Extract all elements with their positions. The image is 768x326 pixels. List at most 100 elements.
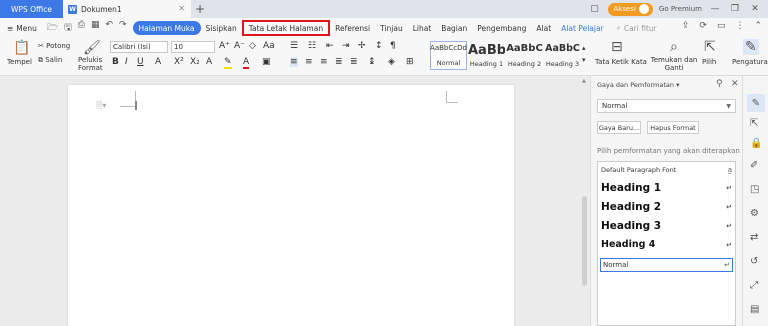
justify-icon[interactable]: ≣: [335, 57, 343, 67]
text-effect-icon[interactable]: A: [206, 57, 212, 67]
close-tab-icon[interactable]: ✕: [178, 4, 185, 13]
tab-sisipkan[interactable]: Sisipkan: [201, 21, 242, 35]
numbering-icon[interactable]: ☷: [308, 41, 316, 51]
select-icon[interactable]: ⇱: [704, 39, 716, 55]
scroll-thumb[interactable]: [582, 196, 587, 286]
style-heading-3[interactable]: AaBbC Heading 3: [544, 41, 581, 70]
list-item[interactable]: Heading 1 ↵: [601, 182, 732, 194]
lock-icon[interactable]: 🔒: [750, 138, 762, 149]
vertical-scrollbar[interactable]: ▲: [581, 76, 589, 326]
document-page[interactable]: 🗎▾: [68, 85, 514, 326]
paste-icon[interactable]: 📋: [13, 40, 30, 56]
format-painter-icon[interactable]: 🖌: [83, 40, 101, 56]
tab-referensi[interactable]: Referensi: [330, 21, 375, 35]
scroll-up-icon[interactable]: ▲: [582, 78, 586, 84]
redo-icon[interactable]: ↷: [119, 20, 127, 36]
document-tab[interactable]: W Dokumen1 ✕: [63, 0, 191, 18]
strikethrough-icon[interactable]: A: [155, 57, 161, 67]
decrease-indent-icon[interactable]: ⇤: [326, 41, 334, 51]
font-name-select[interactable]: Calibri (Isi): [110, 41, 168, 53]
find-icon[interactable]: ⌕: [670, 39, 678, 55]
close-panel-icon[interactable]: ✕: [731, 79, 739, 89]
tab-tata-letak-halaman[interactable]: Tata Letak Halaman: [241, 20, 331, 36]
current-style-select[interactable]: Normal ▼: [597, 99, 736, 113]
restore-icon[interactable]: ❐: [728, 4, 742, 14]
char-border-icon[interactable]: ▣: [262, 57, 271, 67]
style-normal[interactable]: AaBbCcDd Normal: [430, 41, 467, 70]
font-size-select[interactable]: 10: [171, 41, 215, 53]
save-icon[interactable]: 🖫: [64, 20, 72, 36]
grow-font-icon[interactable]: A⁺: [219, 41, 230, 51]
new-tab-button[interactable]: +: [191, 2, 209, 16]
list-item[interactable]: Normal ↵: [600, 258, 733, 272]
history-icon[interactable]: ↺: [750, 256, 758, 267]
style-heading-1[interactable]: AaBb Heading 1: [468, 41, 505, 70]
list-item[interactable]: Heading 3 ↵: [601, 220, 732, 232]
wps-office-tab[interactable]: WPS Office: [0, 0, 63, 18]
styles-pen-icon[interactable]: ✎: [747, 94, 765, 112]
main-menu-button[interactable]: ≡ Menu: [0, 24, 41, 33]
undo-icon[interactable]: ↶: [105, 20, 113, 36]
show-marks-icon[interactable]: ¶: [390, 41, 396, 51]
superscript-icon[interactable]: X²: [174, 57, 184, 67]
select-pointer-icon[interactable]: ⇱: [750, 118, 758, 129]
italic-icon[interactable]: I: [125, 57, 128, 67]
adjust-icon[interactable]: ⚙: [750, 208, 759, 219]
tab-lihat[interactable]: Lihat: [408, 21, 437, 35]
edit-document-icon[interactable]: ✐: [750, 160, 758, 171]
increase-indent-icon[interactable]: ⇥: [342, 41, 350, 51]
line-spacing-icon[interactable]: ↨: [368, 57, 376, 67]
paragraph-handle-icon[interactable]: 🗎▾: [96, 100, 106, 114]
translate-icon[interactable]: ⇄: [750, 232, 758, 243]
tab-halaman-muka[interactable]: Halaman Muka: [132, 21, 201, 35]
tab-alat-pelajar[interactable]: Alat Pelajar: [556, 21, 608, 35]
list-item[interactable]: Heading 2 ↵: [601, 201, 732, 213]
tab-pengembang[interactable]: Pengembang: [472, 21, 531, 35]
print-preview-icon[interactable]: ▦: [91, 20, 100, 36]
shading-icon[interactable]: ◈: [388, 57, 395, 67]
select-button[interactable]: Pilih: [702, 58, 716, 66]
new-style-button[interactable]: Gaya Baru...: [597, 121, 641, 134]
account-button[interactable]: Aksesi: [607, 2, 653, 16]
panel-layout-icon[interactable]: ▤: [750, 304, 759, 315]
font-color-icon[interactable]: A: [243, 57, 250, 69]
sync-icon[interactable]: ⟳: [699, 21, 707, 31]
list-item[interactable]: Heading 4 ↵: [601, 239, 732, 250]
align-left-icon[interactable]: ≡: [290, 57, 298, 67]
styles-scroll-up-icon[interactable]: ▴: [582, 44, 586, 52]
align-center-icon[interactable]: ≡: [305, 57, 313, 67]
distributed-icon[interactable]: ≣: [350, 57, 358, 67]
share-icon[interactable]: ⇪: [682, 21, 690, 31]
search-box[interactable]: ⌕ Cari fitur: [609, 23, 657, 33]
print-icon[interactable]: ⎙: [78, 20, 85, 36]
text-layout-button[interactable]: Tata Ketik Kata: [595, 58, 647, 66]
style-heading-2[interactable]: AaBbC Heading 2: [506, 41, 543, 70]
highlight-icon[interactable]: ✎: [224, 57, 232, 69]
find-replace-button[interactable]: Temukan dan Ganti: [650, 56, 698, 72]
shapes-icon[interactable]: ◳: [750, 184, 759, 195]
borders-icon[interactable]: ⊞: [406, 57, 414, 67]
more-icon[interactable]: ⋮: [735, 21, 744, 31]
go-premium-link[interactable]: Go Premium: [659, 5, 702, 13]
list-item[interactable]: Default Paragraph Font a̲: [601, 166, 732, 174]
bullets-icon[interactable]: ☰: [290, 41, 298, 51]
tab-list-icon[interactable]: ▢: [588, 4, 602, 14]
shrink-font-icon[interactable]: A⁻: [234, 41, 245, 51]
chinese-layout-icon[interactable]: ✢: [358, 41, 366, 51]
settings-icon[interactable]: ✎: [743, 39, 759, 55]
clear-format-icon[interactable]: ◇: [249, 41, 256, 51]
cut-button[interactable]: ✂ Potong: [38, 42, 70, 50]
open-icon[interactable]: 🗁: [47, 20, 58, 36]
tab-bagian[interactable]: Bagian: [436, 21, 472, 35]
pin-panel-icon[interactable]: ⚲: [716, 79, 723, 89]
close-window-icon[interactable]: ✕: [748, 4, 762, 14]
tab-alat[interactable]: Alat: [531, 21, 556, 35]
styles-scroll-down-icon[interactable]: ▾: [582, 56, 586, 64]
subscript-icon[interactable]: X₂: [190, 57, 200, 67]
clear-format-button[interactable]: Hapus Format: [647, 121, 699, 134]
comment-icon[interactable]: ▭: [717, 21, 726, 31]
bold-icon[interactable]: B: [112, 57, 119, 67]
text-layout-icon[interactable]: ⊟: [611, 39, 623, 55]
minimize-icon[interactable]: —: [708, 4, 722, 14]
copy-button[interactable]: ⧉ Salin: [38, 56, 62, 65]
